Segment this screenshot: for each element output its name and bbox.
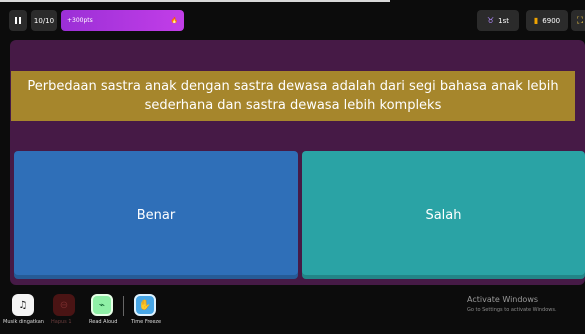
pause-button[interactable] <box>9 10 27 31</box>
music-powerup-button[interactable]: ♫ <box>12 294 34 316</box>
coin-icon: ▮ <box>533 16 539 25</box>
streak-bar: +300pts 🔥 <box>61 10 184 31</box>
pause-icon <box>15 17 17 24</box>
rank-badge[interactable]: ♉ 1st <box>477 10 519 31</box>
question-text: Perbedaan sastra anak dengan sastra dewa… <box>11 71 575 121</box>
powerup-label: Hapus 1 <box>51 319 72 325</box>
answer-option-salah[interactable]: Salah <box>302 151 585 279</box>
top-bar: 10/10 +300pts 🔥 ♉ 1st ▮ 6900 ⛶ <box>0 4 585 34</box>
read-aloud-powerup-button[interactable]: ⌁ <box>91 294 113 316</box>
fullscreen-icon: ⛶ <box>576 15 584 26</box>
question-counter: 10/10 <box>31 10 57 31</box>
streak-label: +300pts <box>67 17 93 24</box>
answer-option-benar[interactable]: Benar <box>14 151 298 279</box>
activate-windows-title: Activate Windows <box>467 295 539 304</box>
score-badge: ▮ 6900 <box>526 10 568 31</box>
powerup-label: Musik dingatkan <box>3 319 44 325</box>
eliminate-powerup-button[interactable]: ⊖ <box>53 294 75 316</box>
answer-label: Benar <box>136 207 176 223</box>
fullscreen-button[interactable]: ⛶ <box>571 10 585 31</box>
time-freeze-icon: ✋ <box>138 299 152 311</box>
music-note-icon: ♫ <box>18 299 28 311</box>
answer-label: Salah <box>425 207 462 223</box>
powerup-divider <box>123 296 124 316</box>
powerup-label: Time Freeze <box>131 319 162 325</box>
quiz-screen: 10/10 +300pts 🔥 ♉ 1st ▮ 6900 ⛶ Perbedaan… <box>0 0 585 334</box>
read-aloud-icon: ⌁ <box>98 299 106 311</box>
trophy-icon: ♉ <box>486 16 495 25</box>
score-text: 6900 <box>542 16 561 25</box>
activate-windows-subtitle: Go to Settings to activate Windows. <box>467 307 557 313</box>
progress-line <box>0 0 390 2</box>
time-freeze-powerup-button[interactable]: ✋ <box>134 294 156 316</box>
rank-text: 1st <box>498 16 510 25</box>
powerup-label: Read Aloud <box>89 319 118 325</box>
eliminate-icon: ⊖ <box>59 299 69 311</box>
flame-icon: 🔥 <box>170 17 178 24</box>
